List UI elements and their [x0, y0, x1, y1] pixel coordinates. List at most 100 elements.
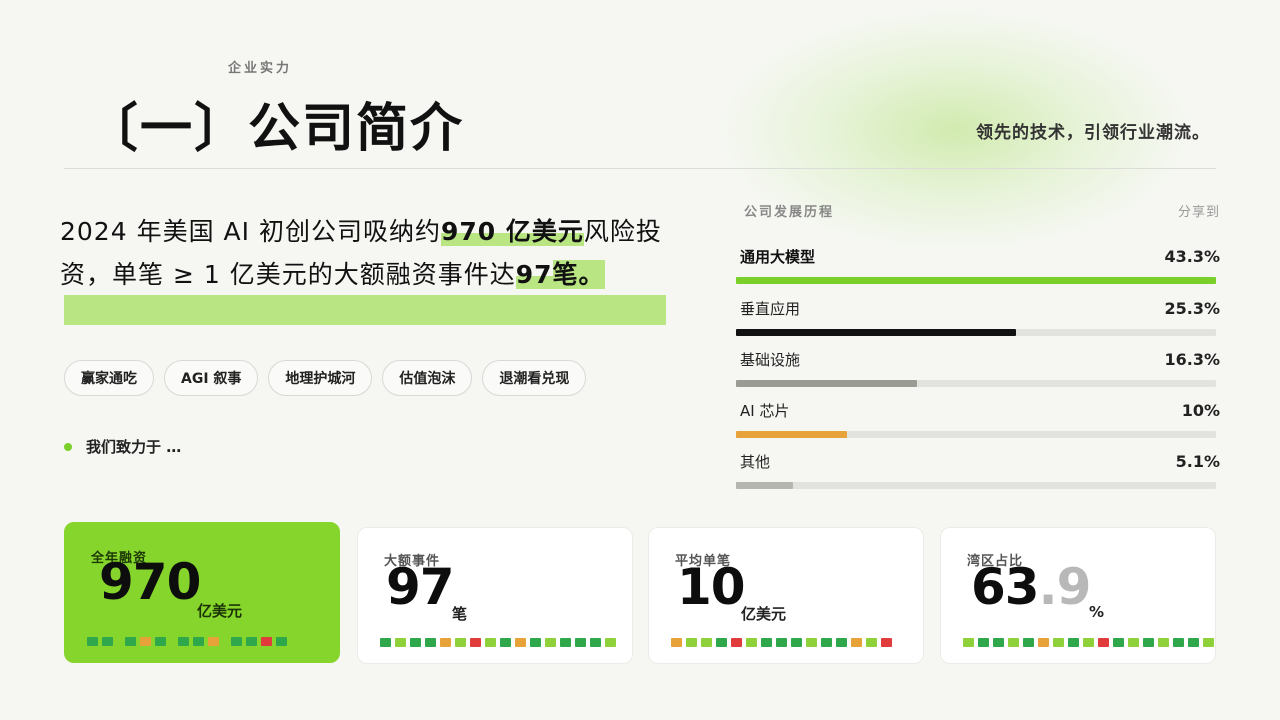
- status-cell: [246, 637, 257, 646]
- status-cell: [791, 638, 802, 647]
- history-row-label: 通用大模型: [740, 248, 816, 266]
- status-cell: [231, 637, 242, 646]
- status-cell: [1158, 638, 1169, 647]
- status-cell: [716, 638, 727, 647]
- tag-chip[interactable]: AGI 叙事: [164, 360, 259, 396]
- progress-fill: [736, 380, 917, 387]
- tag-chip[interactable]: 退潮看兑现: [482, 360, 587, 396]
- history-row-percent: 43.3%: [1164, 247, 1220, 266]
- status-cell: [125, 637, 136, 646]
- lead-highlight-amount: 970 亿美元: [440, 217, 584, 246]
- history-row-percent: 25.3%: [1164, 299, 1220, 318]
- tag-chip[interactable]: 估值泡沫: [382, 360, 473, 396]
- stat-card-events: 大额事件 97 笔: [357, 527, 633, 664]
- status-cell: [1188, 638, 1199, 647]
- highlight-band: [64, 295, 666, 325]
- history-row[interactable]: 基础设施 16.3%: [736, 349, 1220, 387]
- status-cell: [1098, 638, 1109, 647]
- share-link[interactable]: 分享到: [1178, 201, 1220, 220]
- status-cell: [410, 638, 421, 647]
- status-cell: [993, 638, 1004, 647]
- status-cell: [193, 637, 204, 646]
- status-cell: [836, 638, 847, 647]
- history-row[interactable]: 其他 5.1%: [736, 451, 1220, 489]
- status-cell: [1173, 638, 1184, 647]
- status-cell: [178, 637, 189, 646]
- status-cell: [380, 638, 391, 647]
- slogan: 领先的技术，引领行业潮流。: [976, 123, 1210, 143]
- stat-card-funding: 全年融资 970 亿美元: [64, 522, 340, 663]
- status-cell: [545, 638, 556, 647]
- status-cell: [761, 638, 772, 647]
- status-cell: [395, 638, 406, 647]
- status-cell: [701, 638, 712, 647]
- stat-unit: %: [1089, 603, 1105, 621]
- status-cell: [87, 637, 98, 646]
- history-row-percent: 10%: [1181, 401, 1220, 420]
- stat-number: 97: [386, 558, 455, 616]
- status-cell: [1038, 638, 1049, 647]
- status-cell: [470, 638, 481, 647]
- history-row[interactable]: 垂直应用 25.3%: [736, 298, 1220, 336]
- header-divider: [64, 168, 1216, 169]
- status-cell: [560, 638, 571, 647]
- status-cell: [1023, 638, 1034, 647]
- lead-highlight-count: 97: [515, 260, 553, 289]
- status-cell: [261, 637, 272, 646]
- status-cell: [806, 638, 817, 647]
- status-cell: [1143, 638, 1154, 647]
- history-row-label: 垂直应用: [740, 300, 801, 318]
- stat-fraction: .9: [1038, 558, 1092, 616]
- tag-chip[interactable]: 地理护城河: [268, 360, 373, 396]
- status-cells: [963, 638, 1214, 647]
- stat-unit: 亿美元: [741, 605, 787, 623]
- status-cell: [851, 638, 862, 647]
- status-cells: [380, 638, 616, 647]
- status-cell: [500, 638, 511, 647]
- progress-fill: [736, 431, 847, 438]
- status-cell: [978, 638, 989, 647]
- progress-fill: [736, 329, 1017, 336]
- progress-fill: [736, 277, 1216, 284]
- status-cell: [102, 637, 113, 646]
- status-cell: [1008, 638, 1019, 647]
- status-cell: [440, 638, 451, 647]
- progress-fill: [736, 482, 793, 489]
- stat-number: 63: [971, 558, 1040, 616]
- status-cell: [1203, 638, 1214, 647]
- status-cell: [866, 638, 877, 647]
- status-cell: [731, 638, 742, 647]
- status-cells: [671, 638, 892, 647]
- status-cell: [208, 637, 219, 646]
- status-cell: [425, 638, 436, 647]
- stat-value: 63.9: [971, 558, 1092, 616]
- stat-value: 97: [386, 558, 455, 616]
- stat-card-bayarea: 湾区占比 63.9 %: [940, 527, 1216, 664]
- lead-paragraph: 2024 年美国 AI 初创公司吸纳约970 亿美元风险投资，单笔 ≥ 1 亿美…: [60, 210, 680, 296]
- status-cell: [455, 638, 466, 647]
- progress-track: [736, 380, 1216, 387]
- commitment-text: 我们致力于 …: [86, 438, 182, 456]
- status-cell: [1083, 638, 1094, 647]
- status-cell: [485, 638, 496, 647]
- stat-unit: 笔: [452, 605, 468, 623]
- status-cell: [1113, 638, 1124, 647]
- history-row-percent: 16.3%: [1164, 350, 1220, 369]
- status-cell: [155, 637, 166, 646]
- stat-value: 970: [99, 553, 201, 611]
- status-cell: [170, 637, 174, 646]
- status-cell: [881, 638, 892, 647]
- status-cell: [223, 637, 227, 646]
- history-title: 公司发展历程: [744, 205, 835, 220]
- history-row[interactable]: 通用大模型 43.3%: [736, 246, 1220, 284]
- lead-text-1: 2024 年美国 AI 初创公司吸纳约: [60, 217, 441, 246]
- tag-chip[interactable]: 赢家通吃: [64, 360, 154, 396]
- progress-track: [736, 277, 1216, 284]
- bullet-dot-icon: [64, 442, 72, 451]
- commitment-line: 我们致力于 …: [64, 436, 181, 457]
- status-cell: [575, 638, 586, 647]
- status-cell: [686, 638, 697, 647]
- status-cell: [821, 638, 832, 647]
- history-row[interactable]: AI 芯片 10%: [736, 400, 1220, 438]
- status-cell: [530, 638, 541, 647]
